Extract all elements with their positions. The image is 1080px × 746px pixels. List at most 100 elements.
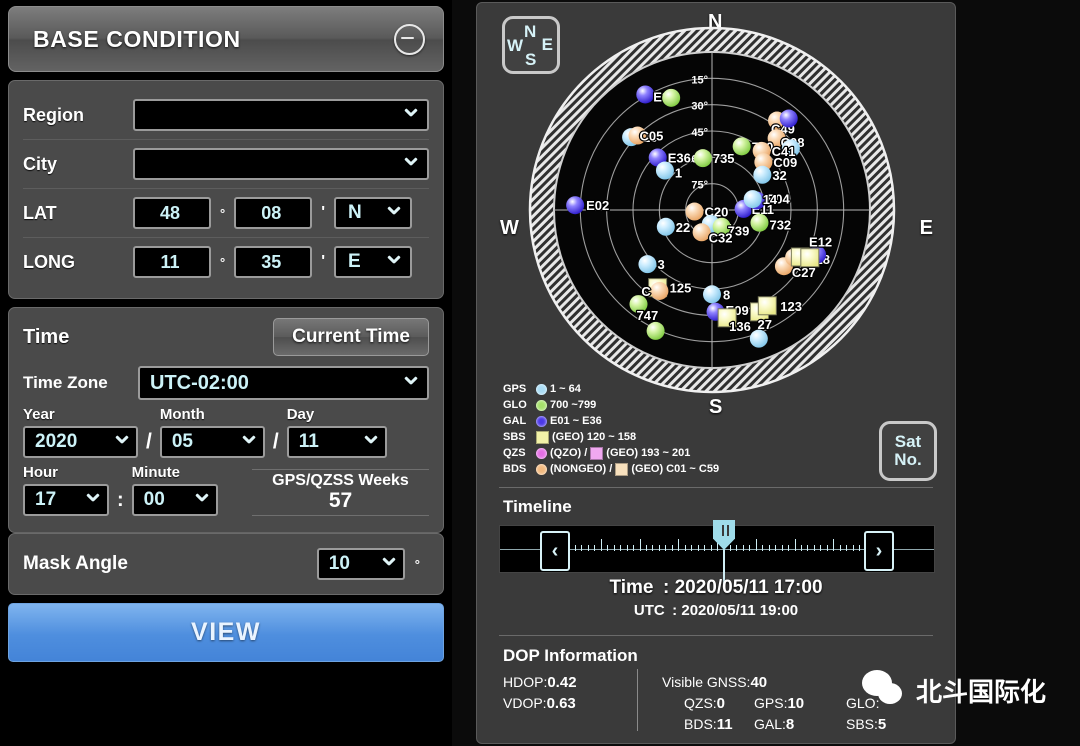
legend-key: GLO <box>503 397 533 413</box>
timeline-tick <box>788 545 789 551</box>
satellite-label: 22 <box>676 220 690 235</box>
region-row: Region <box>23 91 429 139</box>
base-condition-header: BASE CONDITION <box>8 6 444 72</box>
long-hemisphere-select[interactable]: E <box>334 246 412 278</box>
long-label: LONG <box>23 252 133 273</box>
long-row: LONG 11 ° 35 ' E <box>23 237 429 286</box>
view-button[interactable]: VIEW <box>8 603 444 662</box>
chevron-left-icon[interactable]: ‹ <box>540 531 570 571</box>
region-select[interactable] <box>133 99 429 131</box>
gps-value: 10 <box>787 695 804 712</box>
month-value: 05 <box>172 431 193 453</box>
timeline-slider[interactable]: ‹ › <box>499 525 935 573</box>
lat-minutes-input[interactable]: 08 <box>234 197 312 229</box>
mask-angle-section: Mask Angle 10 ° <box>8 533 444 595</box>
watermark-text: 北斗国际化 <box>916 672 1046 709</box>
satellite-marker[interactable]: 123 <box>758 297 802 315</box>
chevron-down-icon <box>388 207 401 220</box>
legend-item: GLO 700 ~799 <box>503 397 719 413</box>
timeline-tick <box>594 545 595 551</box>
timeline-tick <box>627 545 628 551</box>
sat-no-line1: Sat <box>895 433 921 451</box>
mask-angle-select[interactable]: 10 <box>317 548 405 580</box>
satellite-marker[interactable] <box>801 249 819 267</box>
visible-gnss-value: 40 <box>750 674 767 691</box>
legend-key: BDS <box>503 461 533 477</box>
satellite-marker[interactable] <box>750 330 768 348</box>
vdop-label: VDOP: <box>503 695 547 711</box>
sat-no-button[interactable]: Sat No. <box>879 421 937 481</box>
minute-value: 00 <box>144 489 165 511</box>
legend-key: QZS <box>503 445 533 461</box>
timeline-tick <box>601 539 602 551</box>
skyplot-chart[interactable]: 15°30°45°60°75°E3029C05E02E361735C49C087… <box>527 25 897 395</box>
legend-item: BDS(NONGEO) /(GEO) C01 ~ C59 <box>503 461 719 477</box>
legend-item: QZS(QZO) /(GEO) 193 ~ 201 <box>503 445 719 461</box>
chevron-down-icon <box>405 109 418 122</box>
timeline-tick <box>691 545 692 551</box>
timeline-tick <box>704 545 705 551</box>
satellite-marker[interactable]: C05 <box>629 127 664 145</box>
skyplot-panel: N E S W N E S W 15°30°45°60°75°E3029C05E… <box>476 2 956 744</box>
satellite-marker[interactable] <box>662 89 680 107</box>
minute-select[interactable]: 00 <box>132 484 218 516</box>
satellite-marker[interactable]: 735 <box>694 149 735 167</box>
satellite-marker[interactable]: E02 <box>566 196 609 214</box>
lat-row: LAT 48 ° 08 ' N <box>23 188 429 237</box>
hdop-value: 0.42 <box>547 674 576 691</box>
legend-text: (GEO) 120 ~ 158 <box>552 429 636 445</box>
legend-circle-icon <box>536 448 547 459</box>
legend-key: GAL <box>503 413 533 429</box>
elevation-ring-label: 30° <box>691 101 708 113</box>
legend-text: 700 ~799 <box>550 397 596 413</box>
timeline-tick <box>736 545 737 551</box>
year-select[interactable]: 2020 <box>23 426 138 458</box>
gal-value: 8 <box>786 716 794 733</box>
long-minutes-input[interactable]: 35 <box>234 246 312 278</box>
satellite-label: E12 <box>809 235 832 250</box>
day-value: 11 <box>299 431 319 453</box>
timeline-tick <box>782 545 783 551</box>
satellite-label: E02 <box>586 198 609 213</box>
skyplot-east-label: E <box>920 217 933 240</box>
timeline-tick <box>853 545 854 551</box>
legend-text: (QZO) / <box>550 445 587 461</box>
minute-label: Minute <box>132 464 218 481</box>
degree-symbol: ° <box>220 255 225 270</box>
timeline-tick <box>607 545 608 551</box>
date-separator: / <box>273 430 279 454</box>
legend-text: E01 ~ E36 <box>550 413 602 429</box>
satellite-label: 123 <box>780 299 802 314</box>
page-title: BASE CONDITION <box>33 26 241 53</box>
satellite-label: 14 <box>763 192 778 207</box>
satellite-marker[interactable]: 3 <box>638 255 664 273</box>
legend-circle-icon <box>536 416 547 427</box>
satellite-marker[interactable] <box>780 110 798 128</box>
long-degrees-input[interactable]: 11 <box>133 246 211 278</box>
hour-select[interactable]: 17 <box>23 484 109 516</box>
lat-degrees-input[interactable]: 48 <box>133 197 211 229</box>
chevron-right-icon[interactable]: › <box>864 531 894 571</box>
qzs-label: QZS: <box>684 695 717 711</box>
satellite-label: 3 <box>657 257 664 272</box>
vdop-value: 0.63 <box>547 695 576 712</box>
satellite-label: C27 <box>792 265 816 280</box>
current-time-button[interactable]: Current Time <box>273 318 429 356</box>
satellite-marker[interactable]: C <box>641 282 668 300</box>
city-row: City <box>23 139 429 188</box>
city-select[interactable] <box>133 148 429 180</box>
satellite-label: 136 <box>729 319 751 334</box>
divider <box>499 635 933 636</box>
day-select[interactable]: 11 <box>287 426 387 458</box>
divider <box>637 669 638 731</box>
date-separator: / <box>146 430 152 454</box>
timeline-tick <box>846 545 847 551</box>
satellite-label: 8 <box>723 287 730 302</box>
time-zone-select[interactable]: UTC-02:00 <box>138 366 429 400</box>
satellite-label: 747 <box>637 308 659 323</box>
lat-hemisphere-select[interactable]: N <box>334 197 412 229</box>
satellite-marker[interactable]: 8 <box>703 285 730 303</box>
minus-circle-icon[interactable] <box>394 24 425 55</box>
satellite-marker[interactable] <box>647 322 665 340</box>
month-select[interactable]: 05 <box>160 426 265 458</box>
